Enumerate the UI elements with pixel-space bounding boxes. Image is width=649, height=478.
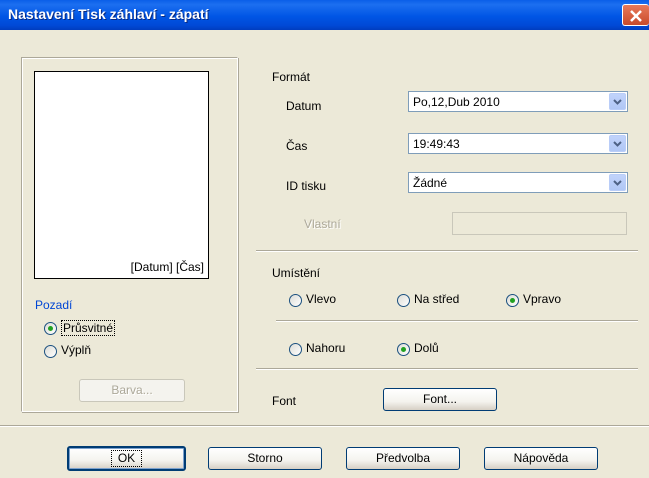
- divider: [256, 250, 638, 252]
- radio-transparent[interactable]: [44, 322, 57, 335]
- divider: [276, 320, 638, 322]
- radio-fill-label: Výplň: [61, 343, 92, 357]
- radio-fill[interactable]: [44, 345, 57, 358]
- radio-top-label: Nahoru: [306, 341, 346, 355]
- preview-label: [Datum] [Čas]: [130, 260, 204, 274]
- date-label: Datum: [286, 99, 322, 113]
- radio-top[interactable]: [289, 343, 302, 356]
- radio-bottom[interactable]: [397, 343, 410, 356]
- help-button[interactable]: Nápověda: [484, 447, 598, 470]
- print-id-value: Žádné: [413, 176, 448, 190]
- radio-right-label: Vpravo: [523, 292, 562, 306]
- preset-button[interactable]: Předvolba: [346, 447, 460, 470]
- chevron-down-icon[interactable]: [609, 93, 626, 110]
- date-value: Po,12,Dub 2010: [413, 95, 500, 109]
- position-heading: Umístění: [272, 266, 321, 280]
- radio-center-label: Na střed: [414, 292, 460, 306]
- time-select[interactable]: 19:49:43: [408, 133, 628, 154]
- preview-box: [Datum] [Čas]: [34, 71, 209, 279]
- time-label: Čas: [286, 139, 308, 153]
- close-button[interactable]: [622, 4, 649, 26]
- chevron-down-icon[interactable]: [609, 174, 626, 191]
- divider: [0, 425, 649, 427]
- window-title: Nastavení Tisk záhlaví - zápatí: [8, 6, 209, 22]
- title-bar: Nastavení Tisk záhlaví - zápatí: [0, 0, 649, 30]
- background-heading: Pozadí: [35, 298, 73, 312]
- radio-center[interactable]: [397, 294, 410, 307]
- font-label: Font: [272, 394, 297, 408]
- radio-left[interactable]: [289, 294, 302, 307]
- custom-label: Vlastní: [304, 217, 341, 231]
- ok-button[interactable]: OK: [67, 446, 186, 471]
- date-select[interactable]: Po,12,Dub 2010: [408, 91, 628, 112]
- cancel-button[interactable]: Storno: [208, 447, 322, 470]
- font-button[interactable]: Font...: [383, 388, 497, 411]
- print-id-label: ID tisku: [286, 179, 327, 193]
- radio-left-label: Vlevo: [306, 292, 337, 306]
- custom-field[interactable]: [452, 212, 627, 235]
- radio-bottom-label: Dolů: [414, 341, 439, 355]
- format-heading: Formát: [272, 70, 311, 84]
- radio-right[interactable]: [506, 294, 519, 307]
- time-value: 19:49:43: [413, 137, 460, 151]
- color-button[interactable]: Barva...: [79, 379, 185, 402]
- radio-transparent-label: Průsvitné: [61, 320, 116, 336]
- close-icon: [630, 10, 642, 22]
- divider: [256, 368, 638, 370]
- chevron-down-icon[interactable]: [609, 135, 626, 152]
- print-id-select[interactable]: Žádné: [408, 172, 628, 193]
